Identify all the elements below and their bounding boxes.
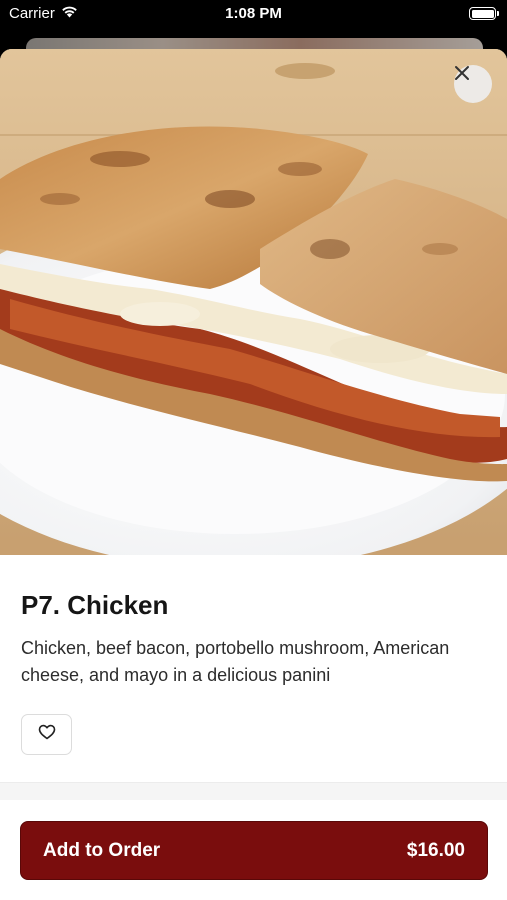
order-footer: Add to Order $16.00 [0, 800, 507, 900]
clock: 1:08 PM [225, 5, 282, 22]
food-illustration [0, 49, 507, 555]
item-details: P7. Chicken Chicken, beef bacon, portobe… [0, 590, 507, 755]
item-title: P7. Chicken [21, 590, 169, 620]
add-to-order-button[interactable]: Add to Order $16.00 [20, 821, 488, 880]
close-button[interactable] [454, 65, 492, 103]
add-to-order-label: Add to Order [43, 839, 161, 861]
heart-icon [38, 724, 56, 745]
price-label: $16.00 [406, 839, 465, 861]
status-bar: Carrier 1:08 PM [0, 0, 507, 30]
item-description: Chicken, beef bacon, portobello mushroom… [21, 638, 450, 685]
item-detail-sheet: P7. Chicken Chicken, beef bacon, portobe… [0, 49, 507, 900]
battery-icon [469, 7, 499, 20]
section-divider [0, 782, 507, 800]
panini-photo [0, 49, 507, 555]
favorite-button[interactable] [21, 714, 72, 755]
